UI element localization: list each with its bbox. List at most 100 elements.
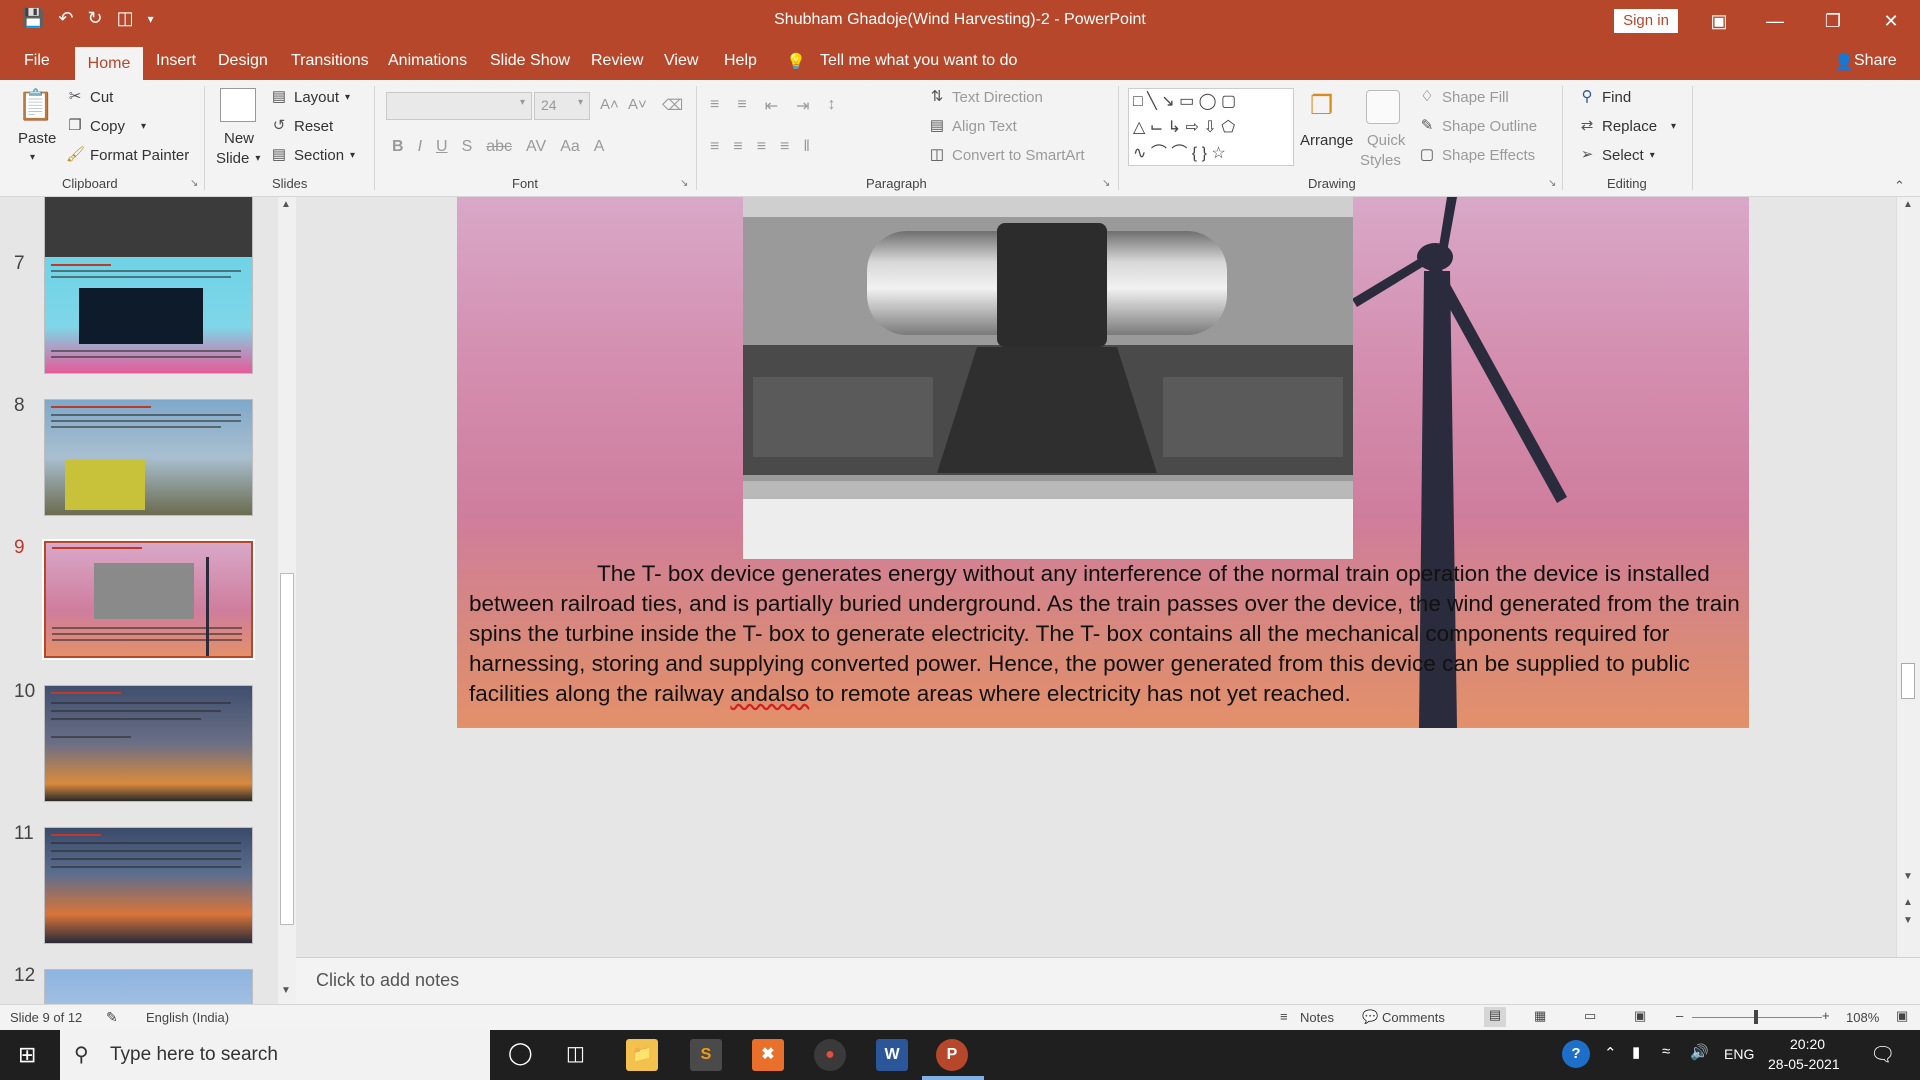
word-icon[interactable]: W [876, 1039, 908, 1071]
input-language[interactable]: ENG [1724, 1046, 1754, 1062]
sign-in-button[interactable]: Sign in [1614, 9, 1678, 33]
tab-slide-show[interactable]: Slide Show [490, 52, 570, 70]
text-box-shape-icon[interactable]: □ [1133, 93, 1143, 110]
font-size-dropdown-icon[interactable]: ▾ [578, 97, 583, 108]
clear-formatting-icon[interactable]: ⌫ [662, 96, 683, 114]
zoom-level[interactable]: 108% [1846, 1010, 1879, 1025]
wifi-icon[interactable]: ≈ [1662, 1043, 1670, 1060]
slide-sorter-icon[interactable]: ▦ [1534, 1008, 1546, 1024]
ribbon-display-options-icon[interactable]: ▣ [1696, 6, 1742, 36]
increase-indent-icon[interactable]: ⇥ [796, 96, 809, 116]
comments-toggle-button[interactable]: Comments [1382, 1010, 1445, 1025]
decrease-indent-icon[interactable]: ⇤ [765, 96, 778, 116]
shape-fill-button[interactable]: ♢ Shape Fill [1418, 88, 1508, 106]
clock-date[interactable]: 28-05-2021 [1768, 1056, 1840, 1072]
new-slide-label-1[interactable]: New [224, 130, 254, 147]
triangle-shape-icon[interactable]: △ [1133, 119, 1145, 136]
font-name-dropdown-icon[interactable]: ▾ [520, 97, 525, 108]
elbow-shape-icon[interactable]: ↳ [1168, 119, 1181, 136]
slide-vertical-scrollbar[interactable]: ▲ ▼ ▲ ▼ [1896, 197, 1920, 957]
thumbnail-scrollbar[interactable]: ▲ ▼ [278, 197, 296, 1004]
windows-start-icon[interactable]: ⊞ [18, 1042, 36, 1068]
xampp-icon[interactable]: ✖ [752, 1039, 784, 1071]
align-text-button[interactable]: ▤ Align Text [928, 117, 1017, 135]
paste-button[interactable]: Paste [18, 130, 56, 147]
restore-icon[interactable]: ❐ [1810, 6, 1856, 36]
font-launcher-icon[interactable]: ↘ [680, 178, 688, 189]
file-explorer-icon[interactable]: 📁 [626, 1039, 658, 1071]
star-shape-icon[interactable]: ☆ [1211, 145, 1225, 162]
layout-button[interactable]: ▤ Layout ▾ [270, 88, 350, 106]
new-slide-icon[interactable] [220, 88, 256, 122]
tab-help[interactable]: Help [724, 52, 757, 70]
character-spacing-icon[interactable]: AV [526, 138, 546, 156]
tab-home[interactable]: Home [75, 47, 143, 80]
increase-font-icon[interactable]: A˄ [600, 96, 619, 113]
previous-slide-icon[interactable]: ▲ [1903, 897, 1913, 908]
font-name-box[interactable]: ▾ [386, 92, 532, 120]
slideshow-view-icon[interactable]: ▣ [1634, 1008, 1646, 1024]
slide-thumbnail-10[interactable] [44, 685, 253, 802]
collapse-ribbon-icon[interactable]: ⌃ [1894, 178, 1905, 194]
rounded-rect-shape-icon[interactable]: ▢ [1221, 93, 1236, 110]
rectangle-shape-icon[interactable]: ▭ [1179, 93, 1194, 110]
italic-icon[interactable]: I [418, 138, 422, 156]
slide-thumbnail-8[interactable] [44, 399, 253, 516]
minimize-icon[interactable]: — [1752, 6, 1798, 36]
shadow-icon[interactable]: S [462, 138, 473, 156]
copy-button[interactable]: ❐ Copy ▾ [66, 117, 146, 135]
slide-body-text[interactable]: The T- box device generates energy witho… [469, 559, 1749, 709]
notes-pane[interactable]: Click to add notes [296, 957, 1920, 1004]
chrome-icon[interactable]: ● [814, 1039, 846, 1071]
cut-button[interactable]: ✂ Cut [66, 88, 114, 106]
text-direction-button[interactable]: ⇅ Text Direction [928, 88, 1043, 106]
tab-review[interactable]: Review [591, 52, 643, 70]
connector-shape-icon[interactable]: ⌙ [1150, 119, 1163, 136]
scroll-down-arrow-icon[interactable]: ▼ [281, 985, 291, 996]
paste-dropdown-icon[interactable]: ▾ [30, 152, 35, 163]
share-button[interactable]: Share [1854, 52, 1897, 70]
thumbnail-scroll-thumb[interactable] [280, 573, 294, 925]
tab-insert[interactable]: Insert [156, 52, 196, 70]
shapes-gallery[interactable]: □ ╲ ↘ ▭ ◯ ▢ △ ⌙ ↳ ⇨ ⇩ ⬠ ∿ ⌒ ⌒ { } ☆ [1128, 88, 1294, 166]
notification-center-icon[interactable]: 🗨 [1870, 1042, 1895, 1067]
volume-icon[interactable]: 🔊 [1690, 1043, 1709, 1061]
close-icon[interactable]: ✕ [1868, 6, 1914, 36]
oval-shape-icon[interactable]: ◯ [1199, 93, 1217, 110]
spell-check-icon[interactable]: ✎ [106, 1009, 118, 1026]
convert-smartart-button[interactable]: ◫ Convert to SmartArt [928, 146, 1085, 164]
notes-icon[interactable]: ≡ [1280, 1009, 1288, 1024]
scroll-up-arrow-icon[interactable]: ▲ [1903, 199, 1913, 210]
arrange-button[interactable]: Arrange [1300, 132, 1353, 149]
slide-thumbnail-9-selected[interactable] [42, 539, 255, 660]
right-arrow-shape-icon[interactable]: ⇨ [1185, 119, 1198, 136]
cortana-icon[interactable]: ◯ [508, 1040, 533, 1066]
decrease-font-icon[interactable]: A˅ [628, 96, 647, 113]
arrow-line-shape-icon[interactable]: ↘ [1161, 93, 1174, 110]
tab-animations[interactable]: Animations [388, 52, 467, 70]
new-slide-button[interactable]: Slide ▾ [216, 150, 260, 167]
align-right-icon[interactable]: ≡ [757, 138, 766, 156]
quick-styles-icon[interactable] [1366, 90, 1400, 124]
underline-icon[interactable]: U [436, 138, 448, 156]
bold-icon[interactable]: B [392, 138, 404, 156]
clipboard-launcher-icon[interactable]: ↘ [190, 178, 198, 189]
select-button[interactable]: ➢ Select ▾ [1578, 146, 1655, 164]
down-arrow-shape-icon[interactable]: ⇩ [1203, 119, 1216, 136]
slide-scroll-thumb[interactable] [1901, 663, 1915, 699]
share-icon[interactable]: 👤 [1834, 52, 1854, 72]
section-button[interactable]: ▤ Section ▾ [270, 146, 355, 164]
shape-effects-button[interactable]: ▢ Shape Effects [1418, 146, 1535, 164]
notes-placeholder[interactable]: Click to add notes [316, 970, 459, 991]
quick-styles-label-2[interactable]: Styles [1360, 152, 1401, 169]
paragraph-launcher-icon[interactable]: ↘ [1102, 178, 1110, 189]
tab-file[interactable]: File [24, 52, 50, 70]
arrange-icon[interactable]: ❐ [1310, 90, 1344, 124]
reset-button[interactable]: ↺ Reset [270, 117, 333, 135]
reading-view-icon[interactable]: ▭ [1584, 1008, 1596, 1024]
quick-styles-label-1[interactable]: Quick [1367, 132, 1405, 149]
zoom-out-icon[interactable]: – [1676, 1008, 1683, 1023]
strikethrough-icon[interactable]: abc [486, 138, 512, 156]
tab-view[interactable]: View [664, 52, 698, 70]
curve-shape-icon[interactable]: ⌒ [1151, 145, 1167, 162]
